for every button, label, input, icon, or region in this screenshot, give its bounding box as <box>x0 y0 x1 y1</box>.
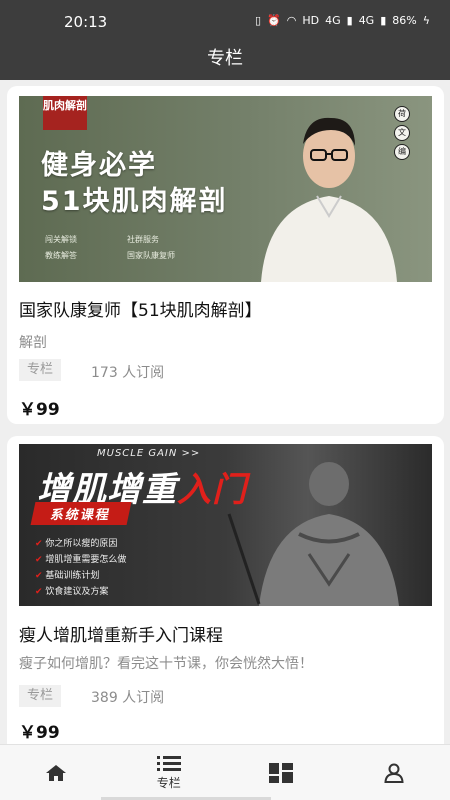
course-price: ￥99 <box>19 723 60 743</box>
cover-feature: 社群服务 <box>127 235 159 244</box>
athlete-photo <box>227 462 399 606</box>
seal-char: 荷 <box>394 106 410 122</box>
course-description: 瘦子如何增肌？看完这十节课，你会恍然大悟！ <box>19 656 313 672</box>
subscriber-count: 173 人订阅 <box>91 365 165 381</box>
cover-point: 增肌增重需要怎么做 <box>35 552 126 568</box>
course-cover-image[interactable]: 肌肉解剖 健身必学 51块肌肉解剖 闯关解锁 社群服务 教练解答 国家队康复师 <box>19 96 432 282</box>
cover-feature: 教练解答 <box>45 251 77 260</box>
course-price: ￥99 <box>19 400 60 420</box>
column-badge: 专栏 <box>19 359 61 381</box>
cover-corner-tag: 肌肉解剖 <box>43 96 87 130</box>
cover-points: 你之所以瘦的原因 增肌增重需要怎么做 基础训练计划 饮食建议及方案 <box>35 536 126 600</box>
cover-badge: 系统课程 <box>30 502 132 525</box>
bottom-tab-bar: 专栏 <box>0 744 450 800</box>
signal-label-1: 4G <box>325 14 341 27</box>
cover-point: 你之所以瘦的原因 <box>35 536 126 552</box>
signal-icon: ▮ <box>346 14 353 27</box>
instructor-photo <box>261 117 397 282</box>
course-cover-image[interactable]: MUSCLE GAIN >> 增肌增重入门 系统课程 你之所以瘦的原因 增肌增重… <box>19 444 432 606</box>
course-title[interactable]: 瘦人增肌增重新手入门课程 <box>19 621 223 646</box>
cover-feature: 国家队康复师 <box>127 251 175 260</box>
tab-profile[interactable] <box>338 745 450 800</box>
course-list[interactable]: 肌肉解剖 健身必学 51块肌肉解剖 闯关解锁 社群服务 教练解答 国家队康复师 <box>0 80 450 744</box>
tab-column-label: 专栏 <box>156 775 181 790</box>
seal-char: 编 <box>394 144 410 160</box>
course-description: 解剖 <box>19 335 47 351</box>
vibrate-icon: ▯ <box>254 14 262 27</box>
course-card[interactable]: MUSCLE GAIN >> 增肌增重入门 系统课程 你之所以瘦的原因 增肌增重… <box>7 436 444 744</box>
column-badge: 专栏 <box>19 685 61 707</box>
seal-char: 文 <box>394 125 410 141</box>
page-title-bar: 专栏 <box>0 44 450 80</box>
home-icon <box>46 764 67 781</box>
tab-category[interactable] <box>225 745 338 800</box>
signal-icon-2: ▮ <box>380 14 387 27</box>
charging-icon: ϟ <box>422 14 430 27</box>
cover-title: 健身必学 51块肌肉解剖 <box>41 148 228 220</box>
page-title: 专栏 <box>207 48 243 69</box>
signal-label-2: 4G <box>358 14 375 27</box>
cover-title-line2: 51块肌肉解剖 <box>41 186 228 217</box>
cover-point: 基础训练计划 <box>35 568 126 584</box>
course-title[interactable]: 国家队康复师【51块肌肉解剖】 <box>19 296 262 321</box>
course-card[interactable]: 肌肉解剖 健身必学 51块肌肉解剖 闯关解锁 社群服务 教练解答 国家队康复师 <box>7 86 444 424</box>
tab-home[interactable] <box>0 745 113 800</box>
cover-title-line1: 健身必学 <box>41 150 157 181</box>
status-bar: 20:13 ▯ ⏰ ◠ HD 4G ▮ 4G ▮ 86% ϟ <box>0 0 450 44</box>
grid-icon <box>269 762 294 783</box>
battery-label: 86% <box>392 14 417 27</box>
cover-feature: 闯关解锁 <box>45 235 77 244</box>
wifi-icon: ◠ <box>286 14 297 27</box>
cover-features: 闯关解锁 社群服务 教练解答 国家队康复师 <box>45 234 245 261</box>
network-label: HD <box>302 14 320 27</box>
list-icon <box>156 755 181 771</box>
alarm-icon: ⏰ <box>267 14 281 27</box>
tab-column[interactable]: 专栏 <box>113 745 226 800</box>
cover-top-text: MUSCLE GAIN >> <box>97 448 201 459</box>
user-icon <box>384 763 404 783</box>
cover-point: 饮食建议及方案 <box>35 584 126 600</box>
subscriber-count: 389 人订阅 <box>91 690 165 706</box>
status-time: 20:13 <box>64 13 108 31</box>
cover-seal: 荷 文 编 <box>394 106 410 160</box>
status-icons: ▯ ⏰ ◠ HD 4G ▮ 4G ▮ 86% ϟ <box>255 14 430 27</box>
